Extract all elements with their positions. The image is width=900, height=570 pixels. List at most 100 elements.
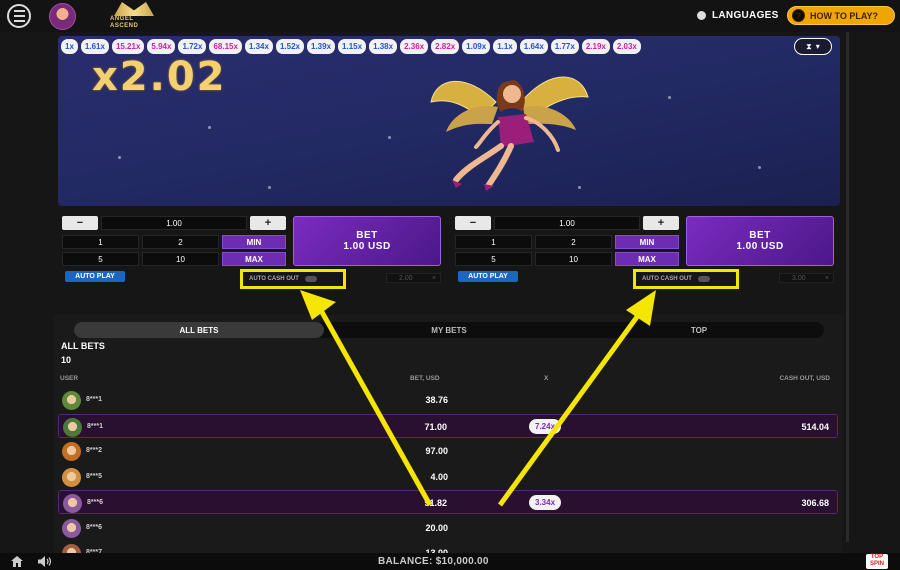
bet-label: BET: [356, 230, 378, 241]
avatar: [63, 417, 82, 437]
bet-button-1[interactable]: BET 1.00 USD: [293, 216, 441, 266]
history-multiplier-chip: 2.82x: [431, 39, 460, 54]
history-multiplier-chip: 15.21x: [111, 39, 145, 54]
row-username: 8***2: [86, 447, 102, 454]
tab-all-bets[interactable]: ALL BETS: [74, 322, 324, 338]
tab-my-bets[interactable]: MY BETS: [324, 322, 574, 338]
row-username: 8***6: [87, 499, 103, 506]
chevron-down-icon: ▾: [815, 42, 820, 51]
avatar: [62, 518, 81, 538]
top-bar: ANGEL ASCEND LANGUAGES ? HOW TO PLAY?: [0, 0, 900, 32]
history-multiplier-chip: 1.38x: [369, 39, 398, 54]
quick-amount-button[interactable]: 10: [142, 252, 219, 266]
quick-amount-button[interactable]: 2: [535, 235, 612, 249]
row-cash-out: 306.68: [801, 498, 829, 508]
quick-amount-button[interactable]: 10: [535, 252, 612, 266]
auto-play-button[interactable]: AUTO PLAY: [458, 271, 518, 282]
decrease-bet-button[interactable]: −: [62, 216, 98, 230]
scrollbar[interactable]: [846, 32, 849, 542]
quick-amount-button[interactable]: 2: [142, 235, 219, 249]
history-multiplier-chip: 1.72x: [178, 39, 207, 54]
table-row: 8***6 91.82 3.34x 306.68: [58, 490, 838, 514]
auto-play-button[interactable]: AUTO PLAY: [65, 271, 125, 282]
table-row: 8***5 4.00: [58, 465, 838, 489]
toggle-switch[interactable]: [304, 276, 317, 282]
auto-cash-out-label: AUTO CASH OUT: [249, 276, 299, 282]
multiplier-history: 1x 1.61x 15.21x 5.94x 1.72x 68.15x 1.34x 1.52x 1…: [61, 39, 641, 54]
history-multiplier-chip: 2.19x: [581, 39, 610, 54]
history-multiplier-chip: 1.15x: [338, 39, 367, 54]
sound-icon[interactable]: [38, 556, 52, 567]
col-user: USER: [60, 375, 79, 382]
help-icon: ?: [792, 9, 805, 22]
min-bet-button[interactable]: MIN: [222, 235, 286, 249]
history-toggle-button[interactable]: ⧗ ▾: [794, 38, 832, 55]
row-bet-amount: 4.00: [430, 471, 448, 482]
home-icon[interactable]: [11, 556, 23, 567]
row-cash-out: 514.04: [801, 421, 829, 432]
cash-out-value-input[interactable]: 3.00 ×: [779, 273, 834, 283]
player-avatar[interactable]: [49, 3, 76, 30]
hourglass-icon: ⧗: [806, 41, 812, 51]
all-bets-title: ALL BETS: [61, 341, 105, 351]
increase-bet-button[interactable]: +: [643, 216, 679, 230]
bet-panel-1: − 1.00 + 1 2 MIN 5 10 MAX BET 1.00 USD A…: [62, 212, 448, 289]
col-x: X: [544, 375, 549, 382]
max-bet-button[interactable]: MAX: [615, 252, 679, 266]
balance-display: BALANCE: $10,000.00: [378, 556, 489, 567]
quick-amount-button[interactable]: 1: [455, 235, 532, 249]
auto-cash-out-toggle[interactable]: AUTO CASH OUT: [633, 269, 739, 289]
bets-table-header: USER BET, USD X CASH OUT, USD: [58, 375, 838, 385]
history-multiplier-chip: 1.61x: [80, 39, 109, 54]
decrease-bet-button[interactable]: −: [455, 216, 491, 230]
bets-count: 10: [61, 355, 72, 365]
increase-bet-button[interactable]: +: [250, 216, 286, 230]
toggle-switch[interactable]: [697, 276, 710, 282]
row-multiplier-badge: 3.34x: [529, 495, 562, 510]
table-row: 8***1 71.00 7.24x 514.04: [58, 413, 838, 438]
game-canvas: 1x 1.61x 15.21x 5.94x 1.72x 68.15x 1.34x 1.52x 1…: [58, 36, 840, 206]
history-multiplier-chip: 1.52x: [275, 39, 304, 54]
history-multiplier-chip: 1.34x: [244, 39, 273, 54]
bet-amount-input[interactable]: 1.00: [101, 216, 247, 230]
avatar: [63, 494, 82, 513]
bet-button-2[interactable]: BET 1.00 USD: [686, 216, 834, 266]
col-cashout: CASH OUT, USD: [779, 375, 830, 382]
menu-icon[interactable]: [7, 4, 31, 28]
cash-out-value-input[interactable]: 2.00 ×: [386, 273, 441, 283]
bet-amount-input[interactable]: 1.00: [494, 216, 640, 230]
history-multiplier-chip: 1x: [61, 39, 78, 54]
quick-amount-button[interactable]: 1: [62, 235, 139, 249]
min-bet-button[interactable]: MIN: [615, 235, 679, 249]
footer-bar: BALANCE: $10,000.00 TOP SPIN: [0, 553, 900, 570]
history-multiplier-chip: 1.09x: [462, 39, 491, 54]
tab-top[interactable]: TOP: [574, 322, 824, 338]
bets-section: ALL BETS MY BETS TOP ALL BETS 10 USER BE…: [54, 315, 842, 563]
languages-button[interactable]: LANGUAGES: [697, 10, 779, 21]
history-multiplier-chip: 5.94x: [147, 39, 176, 54]
bet-panel-2: − 1.00 + 1 2 MIN 5 10 MAX BET 1.00 USD A…: [455, 212, 841, 289]
current-multiplier: x2.02: [92, 54, 227, 100]
clear-icon[interactable]: ×: [825, 275, 829, 282]
game-screen: ANGEL ASCEND LANGUAGES ? HOW TO PLAY? 1x…: [0, 0, 900, 570]
history-multiplier-chip: 1.39x: [307, 39, 336, 54]
how-to-play-button[interactable]: ? HOW TO PLAY?: [787, 6, 895, 25]
row-username: 8***1: [87, 422, 103, 430]
bets-tabs: ALL BETS MY BETS TOP: [74, 322, 824, 338]
quick-amount-button[interactable]: 5: [62, 252, 139, 266]
bet-amount-label: 1.00 USD: [343, 241, 391, 252]
bet-label: BET: [749, 230, 771, 241]
row-username: 8***6: [86, 523, 102, 531]
game-logo: ANGEL ASCEND: [110, 1, 158, 31]
row-bet-amount: 91.82: [424, 498, 447, 508]
clear-icon[interactable]: ×: [432, 275, 436, 282]
row-bet-amount: 20.00: [425, 522, 448, 533]
auto-cash-out-toggle[interactable]: AUTO CASH OUT: [240, 269, 346, 289]
max-bet-button[interactable]: MAX: [222, 252, 286, 266]
avatar: [62, 442, 81, 461]
bet-stepper-2: − 1.00 +: [455, 216, 679, 230]
row-bet-amount: 71.00: [424, 421, 447, 432]
quick-amount-button[interactable]: 5: [455, 252, 532, 266]
row-username: 8***1: [86, 396, 102, 403]
history-multiplier-chip: 1.1x: [493, 39, 517, 54]
